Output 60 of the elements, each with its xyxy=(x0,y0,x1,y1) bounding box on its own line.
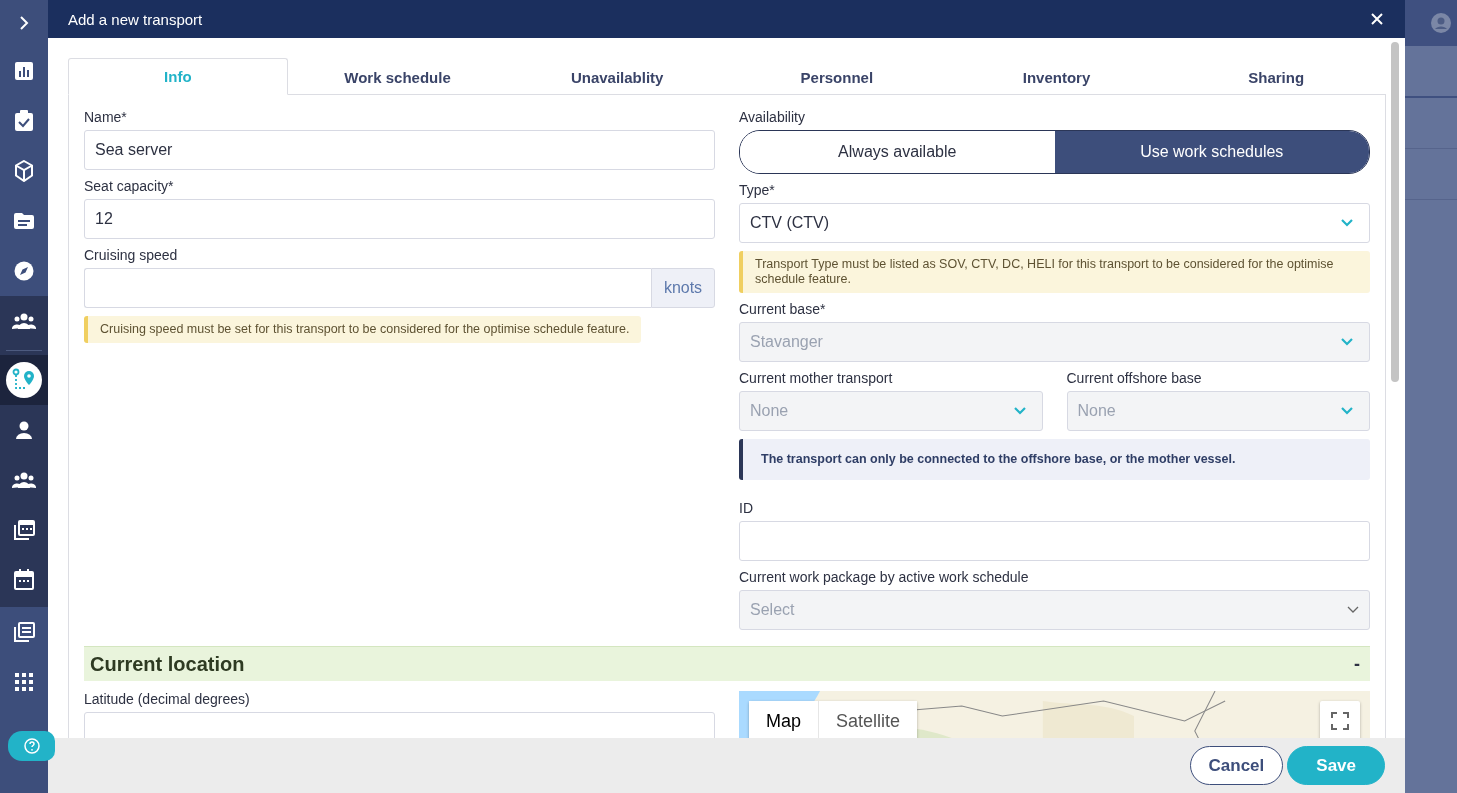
tab[interactable]: Unavailablity xyxy=(507,58,727,95)
cancel-button[interactable]: Cancel xyxy=(1189,746,1284,785)
section-title: Current location xyxy=(90,652,245,676)
folder-icon xyxy=(13,212,35,230)
clipboard-check-icon xyxy=(14,110,34,132)
people-icon xyxy=(12,472,36,488)
info-note: The transport can only be connected to the offshore base, or the mother vessel. xyxy=(739,439,1370,480)
map-type-button[interactable]: Map xyxy=(749,701,819,738)
chevron-down-icon xyxy=(1013,407,1026,415)
unit-label: knots xyxy=(651,268,715,308)
route-icon xyxy=(6,362,42,398)
field-label: Current base* xyxy=(739,301,827,318)
field-label: Latitude (decimal degrees) xyxy=(84,691,251,708)
text-field[interactable] xyxy=(739,521,1370,561)
map-type-button[interactable]: Satellite xyxy=(819,701,918,738)
speed-field[interactable] xyxy=(84,268,651,308)
cube-icon xyxy=(14,160,34,182)
field-label: Seat capacity* xyxy=(84,178,175,195)
field-label: Cruising speed xyxy=(84,247,179,264)
scrollbar[interactable] xyxy=(1391,42,1399,382)
nav-button[interactable] xyxy=(0,355,48,405)
fullscreen-icon xyxy=(1331,712,1349,730)
select-field[interactable]: CTV (CTV) xyxy=(739,203,1370,243)
field-label: Name* xyxy=(84,109,128,126)
tab[interactable]: Personnel xyxy=(727,58,947,95)
user-avatar-icon xyxy=(1431,13,1451,33)
dialog-title: Add a new transport xyxy=(68,10,203,28)
field-label: Current mother transport xyxy=(739,370,894,387)
text-field[interactable]: Sea server xyxy=(84,130,715,170)
collapse-button[interactable]: - xyxy=(1350,653,1364,675)
chevron-down-icon xyxy=(1341,407,1353,415)
close-icon xyxy=(1371,13,1383,25)
calendar-icon xyxy=(13,569,35,591)
availability-option[interactable]: Use work schedules xyxy=(1054,131,1369,173)
chevron-down-icon xyxy=(1341,338,1353,346)
field-label: Current offshore base xyxy=(1066,370,1203,387)
warning-note: Transport Type must be listed as SOV, CTV, DC, HELI for this transport to be considered for the optimise schedule feature. xyxy=(739,251,1370,293)
tab[interactable]: Inventory xyxy=(946,58,1167,95)
compass-icon xyxy=(14,261,34,281)
field-label: Type* xyxy=(739,182,776,199)
help-button[interactable] xyxy=(8,731,55,761)
warning-note: Cruising speed must be set for this transport to be considered for the optimise schedule feature. xyxy=(84,316,642,343)
help-icon xyxy=(23,738,40,754)
field-label: Availability xyxy=(739,109,806,126)
tab[interactable]: Sharing xyxy=(1166,58,1387,95)
people-icon xyxy=(12,313,36,329)
person-icon xyxy=(15,421,33,439)
text-field[interactable]: 12 xyxy=(84,199,715,239)
close-button[interactable] xyxy=(1369,11,1385,27)
fullscreen-button[interactable] xyxy=(1320,701,1360,738)
grid-icon xyxy=(15,673,33,691)
chevron-down-icon xyxy=(1341,219,1353,227)
chevron-right-icon xyxy=(19,16,29,30)
calendar-list-icon xyxy=(13,621,35,643)
chevron-down-icon xyxy=(1347,606,1359,614)
tab[interactable]: Work schedule xyxy=(287,58,508,95)
field-label: Current work package by active work schedule xyxy=(739,569,1030,586)
bar-chart-icon xyxy=(14,61,34,81)
calendar-stack-icon xyxy=(13,519,35,541)
field-label: ID xyxy=(739,500,754,517)
